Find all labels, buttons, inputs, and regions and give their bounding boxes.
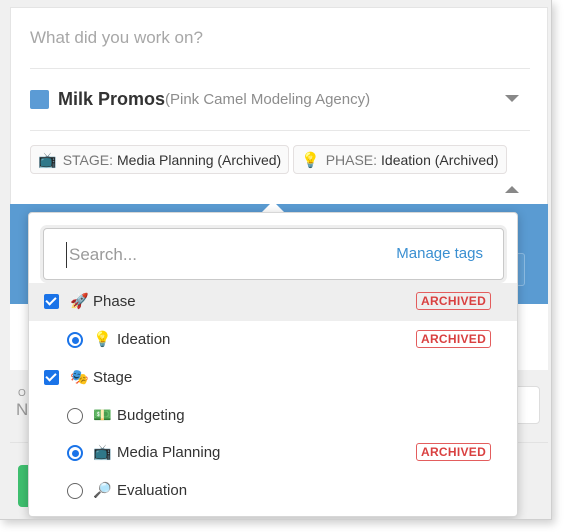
budgeting-radio[interactable] <box>67 408 83 424</box>
evaluation-radio[interactable] <box>67 483 83 499</box>
tag-option-ideation[interactable]: 💡 Ideation ARCHIVED <box>29 321 517 359</box>
tag-chip-stage[interactable]: 📺 STAGE: Media Planning (Archived) <box>30 145 290 174</box>
archived-badge: ARCHIVED <box>416 330 492 348</box>
tag-option-label: Ideation <box>117 331 171 348</box>
tag-group-label: Phase <box>93 293 136 310</box>
dropdown-pointer <box>262 201 284 212</box>
project-client: (Pink Camel Modeling Agency) <box>165 91 371 108</box>
time-entry-window: What did you work on? Milk Promos (Pink … <box>0 0 552 520</box>
theater-masks-icon: 🎭 <box>70 369 89 386</box>
archived-badge: ARCHIVED <box>416 443 492 461</box>
tag-option-evaluation[interactable]: 🔎 Evaluation <box>29 472 517 510</box>
phase-checkbox[interactable] <box>44 294 59 309</box>
tag-chip-phase[interactable]: 💡 PHASE: Ideation (Archived) <box>293 145 507 174</box>
tag-chip-key: PHASE: <box>325 151 378 168</box>
screenshot: What did you work on? Milk Promos (Pink … <box>0 0 568 532</box>
tag-search-box: Manage tags <box>43 228 504 280</box>
project-color-swatch <box>30 90 49 109</box>
tag-option-label: Evaluation <box>117 482 188 499</box>
tags-collapse-caret-icon[interactable] <box>505 186 519 193</box>
description-input[interactable]: What did you work on? <box>30 28 203 48</box>
rocket-icon: 🚀 <box>70 293 89 310</box>
tag-chip-value: Ideation (Archived) <box>381 151 499 168</box>
tag-option-label: Media Planning <box>117 444 221 461</box>
lightbulb-icon: 💡 <box>301 151 320 169</box>
archived-badge: ARCHIVED <box>416 292 492 310</box>
tag-chip-key: STAGE: <box>62 151 113 168</box>
ideation-radio[interactable] <box>67 332 83 348</box>
tv-icon: 📺 <box>93 444 112 461</box>
tag-group-stage[interactable]: 🎭 Stage <box>29 359 517 397</box>
tag-search-input[interactable] <box>66 242 366 268</box>
tag-picker-dropdown: Manage tags 🚀 Phase ARCHIVED 💡 Ideation … <box>28 212 518 517</box>
lightbulb-icon: 💡 <box>93 331 112 348</box>
tv-icon: 📺 <box>38 151 57 169</box>
magnifier-icon: 🔎 <box>93 482 112 499</box>
project-dropdown-caret-icon[interactable] <box>505 95 519 102</box>
tag-option-budgeting[interactable]: 💵 Budgeting <box>29 397 517 435</box>
money-icon: 💵 <box>93 407 112 424</box>
media-planning-radio[interactable] <box>67 445 83 461</box>
manage-tags-link[interactable]: Manage tags <box>396 245 483 262</box>
tag-option-media-planning[interactable]: 📺 Media Planning ARCHIVED <box>29 434 517 472</box>
tag-group-phase[interactable]: 🚀 Phase ARCHIVED <box>29 283 517 321</box>
divider <box>30 68 530 69</box>
tag-chip-value: Media Planning (Archived) <box>117 151 282 168</box>
tag-group-label: Stage <box>93 369 133 386</box>
project-name[interactable]: Milk Promos <box>58 89 165 110</box>
obscured-label: O <box>18 388 26 399</box>
obscured-value: N <box>16 400 29 419</box>
tag-option-label: Budgeting <box>117 407 185 424</box>
stage-checkbox[interactable] <box>44 370 59 385</box>
divider <box>30 130 530 131</box>
